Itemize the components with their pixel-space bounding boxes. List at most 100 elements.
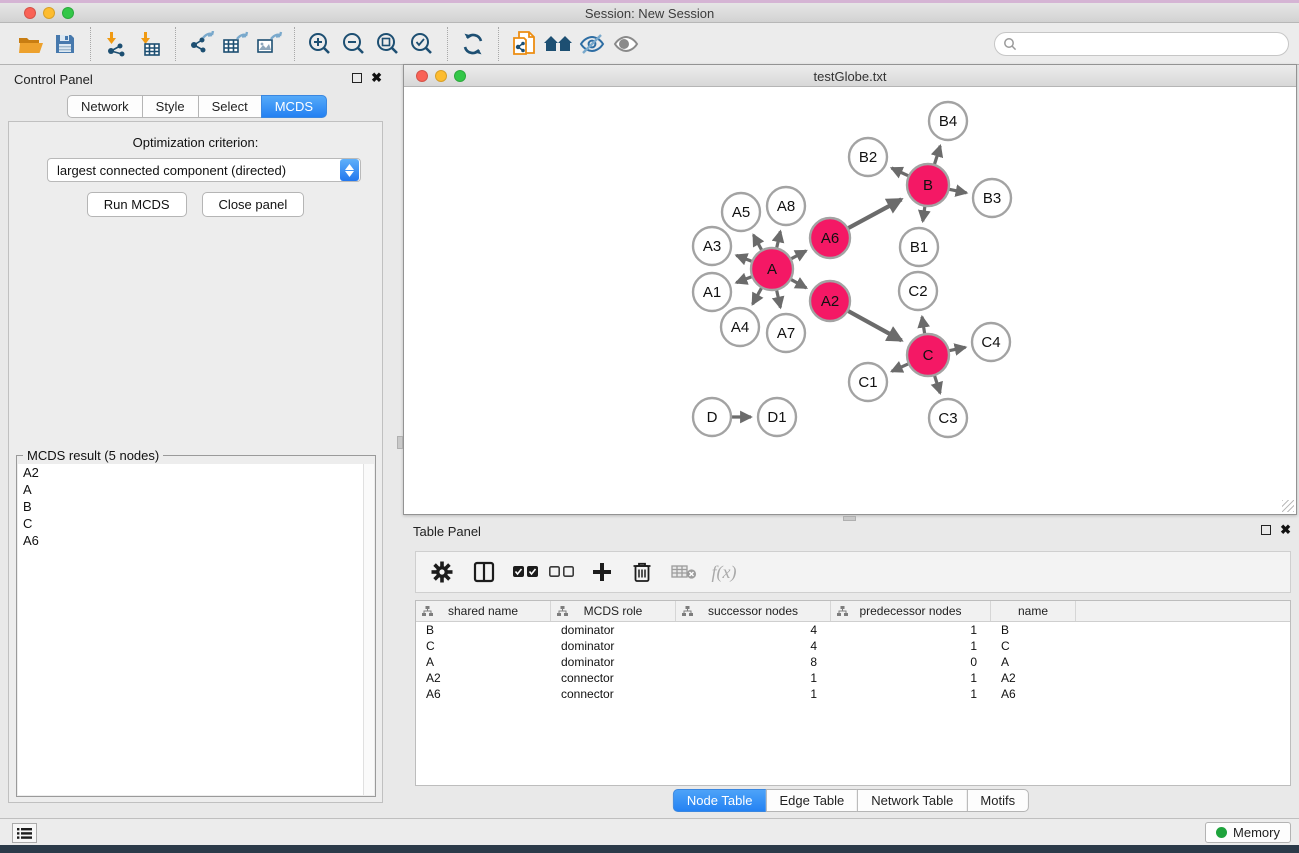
run-mcds-button[interactable]: Run MCDS xyxy=(87,192,187,217)
graph-node-A8[interactable]: A8 xyxy=(767,187,805,225)
graph-node-D1[interactable]: D1 xyxy=(758,398,796,436)
graph-node-A4[interactable]: A4 xyxy=(721,308,759,346)
mcds-result-list[interactable]: A2ABCA6 xyxy=(18,464,364,795)
import-network-icon[interactable] xyxy=(99,27,133,61)
graph-node-A6[interactable]: A6 xyxy=(810,218,850,258)
graph-node-D[interactable]: D xyxy=(693,398,731,436)
graph-edge-A6-B[interactable] xyxy=(846,199,902,229)
add-column-icon[interactable] xyxy=(586,556,618,588)
desktop-vertical-scrollbar[interactable] xyxy=(397,436,403,449)
zoom-fit-icon[interactable] xyxy=(371,27,405,61)
table-column-header[interactable]: predecessor nodes xyxy=(831,601,991,621)
svg-text:C3: C3 xyxy=(938,410,957,427)
table-header-filler xyxy=(1076,601,1290,621)
delete-table-icon[interactable] xyxy=(668,556,700,588)
table-cell: connector xyxy=(551,687,676,701)
table-row[interactable]: A2connector11A2 xyxy=(416,670,1290,686)
save-session-icon[interactable] xyxy=(48,27,82,61)
graph-node-A2[interactable]: A2 xyxy=(810,281,850,321)
graph-node-A[interactable]: A xyxy=(751,248,793,290)
svg-text:A2: A2 xyxy=(821,293,839,310)
task-history-button[interactable] xyxy=(12,823,37,843)
graph-node-B2[interactable]: B2 xyxy=(849,138,887,176)
result-list-item[interactable]: A2 xyxy=(18,464,364,481)
graph-node-B1[interactable]: B1 xyxy=(900,228,938,266)
network-graph[interactable]: B4 B2 B B3 A8A5 A6 A3 B1 A C2 A1 A2 A4A7 C4 C C1 D C3 D1 xyxy=(404,87,1296,514)
tab-node-table[interactable]: Node Table xyxy=(673,789,767,812)
graph-edge-B-B4[interactable] xyxy=(934,146,941,167)
table-row[interactable]: Adominator80A xyxy=(416,654,1290,670)
table-row[interactable]: Cdominator41C xyxy=(416,638,1290,654)
select-all-rows-icon[interactable] xyxy=(510,556,542,588)
graph-edge-A2-C[interactable] xyxy=(846,310,902,341)
table-column-header[interactable]: successor nodes xyxy=(676,601,831,621)
welcome-screen-icon[interactable] xyxy=(541,27,575,61)
table-column-header[interactable]: name xyxy=(991,601,1076,621)
tab-edge-table[interactable]: Edge Table xyxy=(765,789,858,812)
float-panel-icon[interactable] xyxy=(352,73,362,83)
tab-motifs[interactable]: Motifs xyxy=(966,789,1029,812)
zoom-in-icon[interactable] xyxy=(303,27,337,61)
graph-node-A3[interactable]: A3 xyxy=(693,227,731,265)
show-graphics-details-icon[interactable] xyxy=(609,27,643,61)
criterion-select[interactable]: largest connected component (directed) xyxy=(47,158,361,182)
table-column-header[interactable]: shared name xyxy=(416,601,551,621)
zoom-out-icon[interactable] xyxy=(337,27,371,61)
delete-column-icon[interactable] xyxy=(626,556,658,588)
column-header-predecessor-nodes: predecessor nodes xyxy=(859,604,961,618)
table-settings-icon[interactable] xyxy=(426,556,458,588)
zoom-selected-icon[interactable] xyxy=(405,27,439,61)
refresh-layout-icon[interactable] xyxy=(456,27,490,61)
search-box[interactable] xyxy=(994,32,1289,56)
svg-text:B: B xyxy=(923,177,933,194)
result-list-item[interactable]: B xyxy=(18,498,364,515)
graph-node-C3[interactable]: C3 xyxy=(929,399,967,437)
tab-style[interactable]: Style xyxy=(142,95,199,118)
graph-node-C[interactable]: C xyxy=(907,334,949,376)
import-table-icon[interactable] xyxy=(133,27,167,61)
search-input[interactable] xyxy=(1017,34,1288,54)
optimization-criterion-label: Optimization criterion: xyxy=(9,135,382,150)
network-window-titlebar[interactable]: testGlobe.txt xyxy=(404,65,1296,87)
network-window-title: testGlobe.txt xyxy=(404,69,1296,84)
graph-node-C4[interactable]: C4 xyxy=(972,323,1010,361)
graph-node-A5[interactable]: A5 xyxy=(722,193,760,231)
graph-node-A1[interactable]: A1 xyxy=(693,273,731,311)
graph-node-B3[interactable]: B3 xyxy=(973,179,1011,217)
graph-node-C1[interactable]: C1 xyxy=(849,363,887,401)
tab-mcds[interactable]: MCDS xyxy=(261,95,327,118)
float-table-panel-icon[interactable] xyxy=(1261,525,1271,535)
graph-node-B4[interactable]: B4 xyxy=(929,102,967,140)
graph-node-B[interactable]: B xyxy=(907,164,949,206)
export-network-icon[interactable] xyxy=(184,27,218,61)
close-panel-icon[interactable]: ✖ xyxy=(371,73,382,83)
result-list-item[interactable]: A xyxy=(18,481,364,498)
export-table-icon[interactable] xyxy=(218,27,252,61)
session-title: Session: New Session xyxy=(0,6,1299,21)
resize-grip[interactable] xyxy=(1282,500,1294,512)
network-canvas[interactable]: B4 B2 B B3 A8A5 A6 A3 B1 A C2 A1 A2 A4A7 C4 C C1 D C3 D1 xyxy=(404,87,1296,514)
tab-network[interactable]: Network xyxy=(67,95,143,118)
result-list-item[interactable]: A6 xyxy=(18,532,364,549)
graph-node-A7[interactable]: A7 xyxy=(767,314,805,352)
memory-button[interactable]: Memory xyxy=(1205,822,1291,843)
open-session-icon[interactable] xyxy=(14,27,48,61)
graph-node-C2[interactable]: C2 xyxy=(899,272,937,310)
network-from-selection-icon[interactable] xyxy=(507,27,541,61)
tab-network-table[interactable]: Network Table xyxy=(857,789,967,812)
result-list-scrollbar[interactable] xyxy=(363,464,374,795)
hide-graphics-details-icon[interactable] xyxy=(575,27,609,61)
result-list-item[interactable]: C xyxy=(18,515,364,532)
table-row[interactable]: Bdominator41B xyxy=(416,622,1290,638)
close-panel-button[interactable]: Close panel xyxy=(202,192,305,217)
table-cell: C xyxy=(991,639,1076,653)
close-table-panel-icon[interactable]: ✖ xyxy=(1280,525,1291,535)
show-columns-icon[interactable] xyxy=(468,556,500,588)
table-row[interactable]: A6connector11A6 xyxy=(416,686,1290,702)
function-builder-icon[interactable]: f(x) xyxy=(708,556,740,588)
deselect-all-rows-icon[interactable] xyxy=(546,556,578,588)
tab-select[interactable]: Select xyxy=(198,95,262,118)
table-panel-title: Table Panel xyxy=(413,524,481,539)
export-image-icon[interactable] xyxy=(252,27,286,61)
table-column-header[interactable]: MCDS role xyxy=(551,601,676,621)
